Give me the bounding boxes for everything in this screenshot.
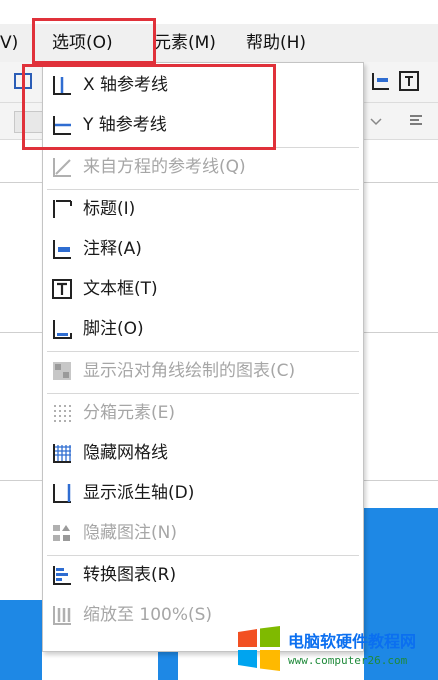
menu-item-label: 文本框(T) [83,279,158,299]
diagonal-chart-icon [53,362,71,380]
menu-item-label: 脚注(O) [83,319,144,339]
transpose-chart-icon [53,566,71,585]
menu-item-label: Y 轴参考线 [83,115,167,135]
align-text-icon[interactable] [408,113,424,129]
menubar: V) 选项(O) 元素(M) 帮助(H) [0,24,438,63]
menu-item-label: 来自方程的参考线(Q) [83,157,246,177]
style-field[interactable] [14,111,44,133]
menu-separator [47,555,359,556]
title-icon [53,200,72,218]
text-box-icon [52,279,72,299]
menu-item-label: 缩放至 100%(S) [83,605,213,625]
chevron-down-icon[interactable] [368,113,384,129]
zoom-100-icon [53,606,71,625]
menu-item-footnote[interactable]: 脚注(O) [43,311,363,347]
menu-item-label: 转换图表(R) [83,565,177,585]
menu-options[interactable]: 选项(O) [52,24,113,62]
menu-item-label: 显示派生轴(D) [83,483,195,503]
watermark-url: www.computer26.com [288,654,408,667]
menu-item-label: 注释(A) [83,239,142,259]
menu-item-hide-gridlines[interactable]: 隐藏网格线 [43,435,363,471]
menu-item-label: X 轴参考线 [83,75,169,95]
menu-separator [47,351,359,352]
menu-help[interactable]: 帮助(H) [246,24,306,62]
menu-separator [47,147,359,148]
menu-item-title[interactable]: 标题(I) [43,191,363,227]
menu-view[interactable]: V) [0,24,18,62]
annotation-toolbar-icon[interactable] [370,70,392,92]
menu-item-label: 分箱元素(E) [83,403,176,423]
menu-item-show-derived-axis[interactable]: 显示派生轴(D) [43,475,363,511]
equation-reference-line-icon [53,158,71,177]
y-axis-reference-line-icon [53,116,71,135]
menu-item-x-axis-reference-line[interactable]: X 轴参考线 [43,67,363,103]
menu-item-diagonal-chart: 显示沿对角线绘制的图表(C) [43,353,363,389]
menu-item-transpose-chart[interactable]: 转换图表(R) [43,557,363,593]
menu-item-annotation[interactable]: 注释(A) [43,231,363,267]
menu-item-label: 隐藏网格线 [83,443,168,463]
menu-item-y-axis-reference-line[interactable]: Y 轴参考线 [43,107,363,143]
chart-bar [0,600,42,680]
annotation-icon [53,240,71,259]
x-axis-reference-line-icon [53,76,71,95]
menu-item-label: 隐藏图注(N) [83,523,177,543]
menu-item-text-box[interactable]: 文本框(T) [43,271,363,307]
menu-separator [47,189,359,190]
chart-bar [158,652,178,680]
derived-axis-icon [53,484,71,503]
menu-item-label: 标题(I) [83,199,136,219]
menu-elements[interactable]: 元素(M) [154,24,216,62]
gridlines-icon [53,444,71,463]
menu-separator [47,393,359,394]
options-dropdown-menu: X 轴参考线 Y 轴参考线 来自方程的参考线(Q) 标题(I) 注释(A) 文本… [42,62,364,652]
footnote-icon [53,320,72,339]
binning-icon [54,405,71,422]
text-box-toolbar-icon[interactable] [398,70,420,92]
watermark-title: 电脑软硬件教程网 [288,632,417,651]
chart-toolbar-icon[interactable] [12,70,34,92]
menu-item-equation-reference-line: 来自方程的参考线(Q) [43,149,363,185]
menu-item-hide-legend: 隐藏图注(N) [43,515,363,551]
menu-item-label: 显示沿对角线绘制的图表(C) [83,361,296,381]
windows-logo-icon [238,626,280,671]
legend-icon [53,525,70,541]
menu-item-binning: 分箱元素(E) [43,395,363,431]
